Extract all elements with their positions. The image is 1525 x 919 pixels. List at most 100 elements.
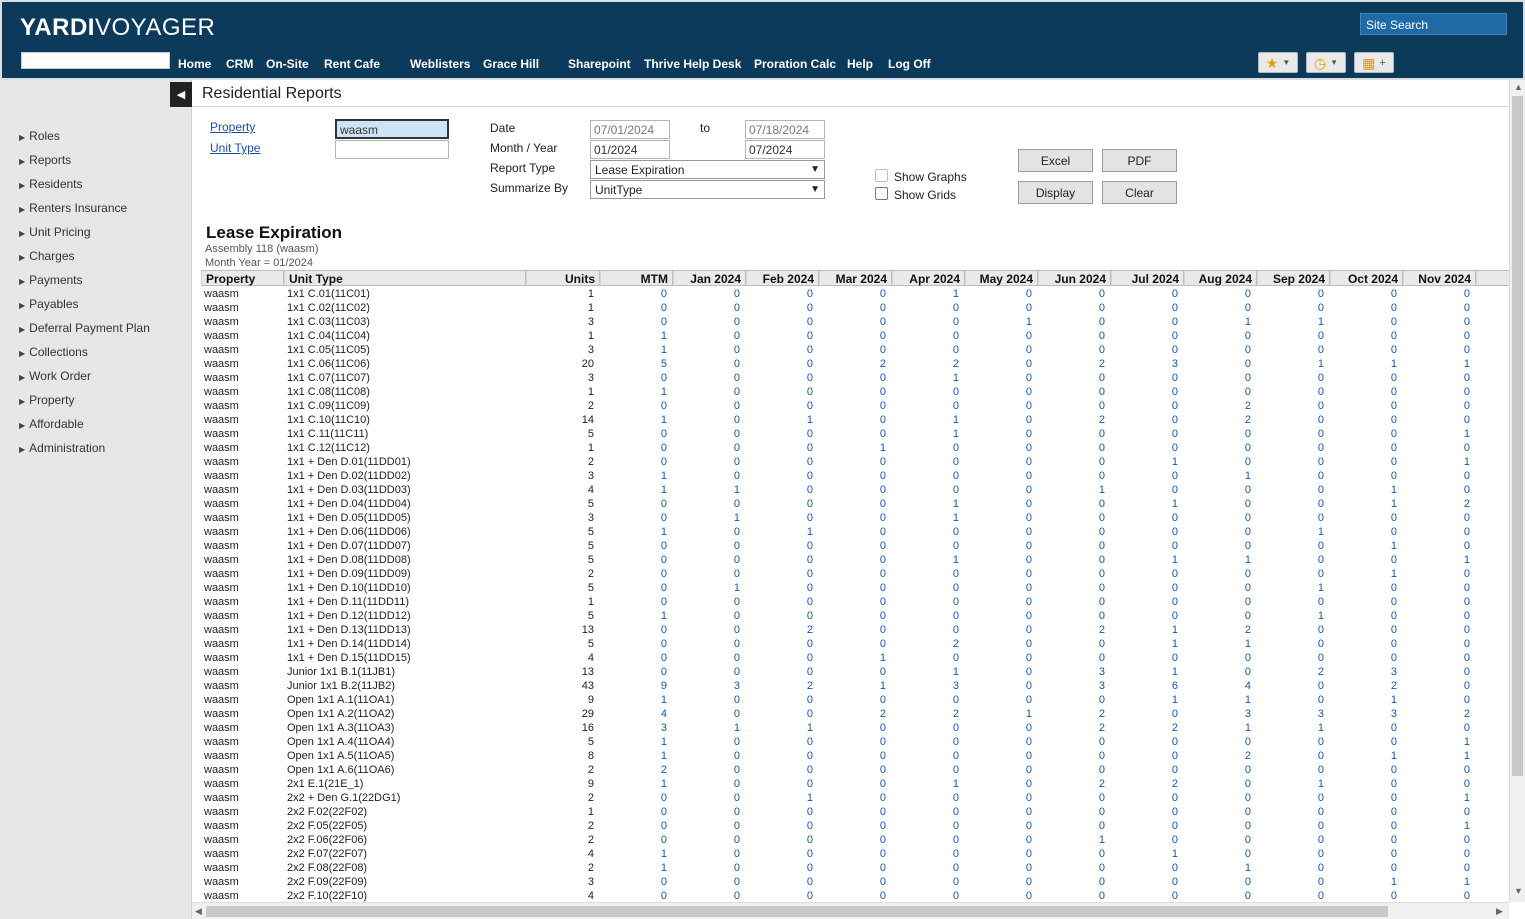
sidebar-item-payables[interactable]: ▶ Payables — [19, 297, 79, 311]
table-cell[interactable]: 0 — [892, 721, 959, 735]
table-cell[interactable]: 0 — [1038, 539, 1105, 553]
table-cell[interactable]: 0 — [892, 623, 959, 637]
scroll-right-icon[interactable]: ▶ — [1496, 906, 1503, 917]
table-cell[interactable]: 0 — [1403, 315, 1470, 329]
table-cell[interactable]: 0 — [746, 511, 813, 525]
table-cell[interactable]: 0 — [1184, 735, 1251, 749]
table-cell[interactable]: 0 — [673, 357, 740, 371]
table-cell[interactable]: 0 — [1111, 595, 1178, 609]
table-cell[interactable]: 0 — [965, 889, 1032, 902]
table-cell[interactable]: 0 — [965, 525, 1032, 539]
table-cell[interactable]: 0 — [673, 707, 740, 721]
table-cell[interactable]: 0 — [1184, 595, 1251, 609]
table-cell[interactable]: 0 — [600, 399, 667, 413]
table-cell[interactable]: 0 — [746, 427, 813, 441]
table-cell[interactable]: 0 — [746, 539, 813, 553]
table-cell[interactable]: 0 — [746, 441, 813, 455]
table-cell[interactable]: 0 — [892, 847, 959, 861]
table-cell[interactable]: 0 — [673, 343, 740, 357]
table-cell[interactable]: 1 — [1403, 735, 1470, 749]
table-cell[interactable]: 0 — [1257, 287, 1324, 301]
table-cell[interactable]: 0 — [892, 469, 959, 483]
table-cell[interactable]: 0 — [1257, 413, 1324, 427]
table-cell[interactable]: 0 — [746, 875, 813, 889]
table-cell[interactable]: 0 — [600, 497, 667, 511]
table-cell[interactable]: 0 — [965, 357, 1032, 371]
table-cell[interactable]: 0 — [819, 553, 886, 567]
table-cell[interactable]: 0 — [1330, 889, 1397, 902]
table-cell[interactable]: 0 — [1330, 315, 1397, 329]
table-cell[interactable]: 1 — [1257, 777, 1324, 791]
table-cell[interactable]: 4 — [1184, 679, 1251, 693]
table-cell[interactable]: 1 — [1111, 693, 1178, 707]
table-cell[interactable]: 0 — [965, 693, 1032, 707]
table-cell[interactable]: 0 — [600, 805, 667, 819]
table-cell[interactable]: 1 — [600, 413, 667, 427]
table-cell[interactable]: 0 — [965, 399, 1032, 413]
table-cell[interactable]: 0 — [892, 329, 959, 343]
table-cell[interactable]: 0 — [819, 483, 886, 497]
table-cell[interactable]: 0 — [673, 539, 740, 553]
table-cell[interactable]: 0 — [600, 511, 667, 525]
table-cell[interactable]: 2 — [892, 637, 959, 651]
table-cell[interactable]: 1 — [1184, 315, 1251, 329]
table-cell[interactable]: 1 — [600, 749, 667, 763]
table-cell[interactable]: 0 — [1330, 427, 1397, 441]
table-cell[interactable]: 2 — [1111, 721, 1178, 735]
table-cell[interactable]: 0 — [1330, 721, 1397, 735]
table-cell[interactable]: 1 — [1403, 819, 1470, 833]
table-cell[interactable]: 0 — [819, 693, 886, 707]
table-cell[interactable]: 0 — [1257, 343, 1324, 357]
table-cell[interactable]: 0 — [965, 763, 1032, 777]
table-cell[interactable]: 0 — [1111, 441, 1178, 455]
table-cell[interactable]: 0 — [1038, 805, 1105, 819]
table-cell[interactable]: 0 — [1330, 595, 1397, 609]
table-cell[interactable]: 2 — [746, 679, 813, 693]
table-cell[interactable]: 0 — [819, 609, 886, 623]
table-cell[interactable]: 0 — [965, 833, 1032, 847]
table-cell[interactable]: 0 — [1038, 301, 1105, 315]
table-cell[interactable]: 0 — [892, 875, 959, 889]
sidebar-item-affordable[interactable]: ▶ Affordable — [19, 417, 84, 431]
table-cell[interactable]: 0 — [1111, 301, 1178, 315]
table-cell[interactable]: 0 — [892, 385, 959, 399]
table-cell[interactable]: 0 — [1257, 861, 1324, 875]
table-cell[interactable]: 0 — [1038, 371, 1105, 385]
table-cell[interactable]: 0 — [1038, 427, 1105, 441]
table-cell[interactable]: 0 — [600, 637, 667, 651]
table-cell[interactable]: 1 — [1111, 637, 1178, 651]
table-cell[interactable]: 0 — [1403, 637, 1470, 651]
table-cell[interactable]: 0 — [1330, 847, 1397, 861]
table-cell[interactable]: 1 — [1330, 357, 1397, 371]
table-cell[interactable]: 0 — [1184, 427, 1251, 441]
table-cell[interactable]: 0 — [892, 861, 959, 875]
table-cell[interactable]: 3 — [1330, 665, 1397, 679]
table-cell[interactable]: 0 — [819, 721, 886, 735]
table-cell[interactable]: 1 — [600, 735, 667, 749]
table-cell[interactable]: 0 — [1111, 371, 1178, 385]
table-cell[interactable]: 1 — [965, 315, 1032, 329]
table-cell[interactable]: 0 — [819, 875, 886, 889]
table-cell[interactable]: 0 — [965, 805, 1032, 819]
table-cell[interactable]: 0 — [1184, 875, 1251, 889]
table-cell[interactable]: 0 — [746, 399, 813, 413]
table-cell[interactable]: 0 — [600, 791, 667, 805]
table-cell[interactable]: 1 — [1257, 525, 1324, 539]
table-cell[interactable]: 0 — [892, 595, 959, 609]
table-cell[interactable]: 0 — [1257, 455, 1324, 469]
table-cell[interactable]: 0 — [1111, 469, 1178, 483]
table-cell[interactable]: 0 — [819, 763, 886, 777]
site-search-input[interactable]: Site Search — [1360, 13, 1507, 35]
table-cell[interactable]: 0 — [1330, 385, 1397, 399]
table-cell[interactable]: 0 — [1184, 301, 1251, 315]
table-cell[interactable]: 0 — [1184, 483, 1251, 497]
table-cell[interactable]: 0 — [1111, 483, 1178, 497]
excel-button[interactable]: Excel — [1018, 149, 1093, 172]
table-cell[interactable]: 0 — [1257, 441, 1324, 455]
table-cell[interactable]: 0 — [965, 581, 1032, 595]
table-cell[interactable]: 0 — [1184, 525, 1251, 539]
table-cell[interactable]: 0 — [746, 567, 813, 581]
show-graphs-checkbox[interactable] — [875, 169, 888, 182]
table-cell[interactable]: 0 — [673, 693, 740, 707]
table-cell[interactable]: 2 — [819, 707, 886, 721]
